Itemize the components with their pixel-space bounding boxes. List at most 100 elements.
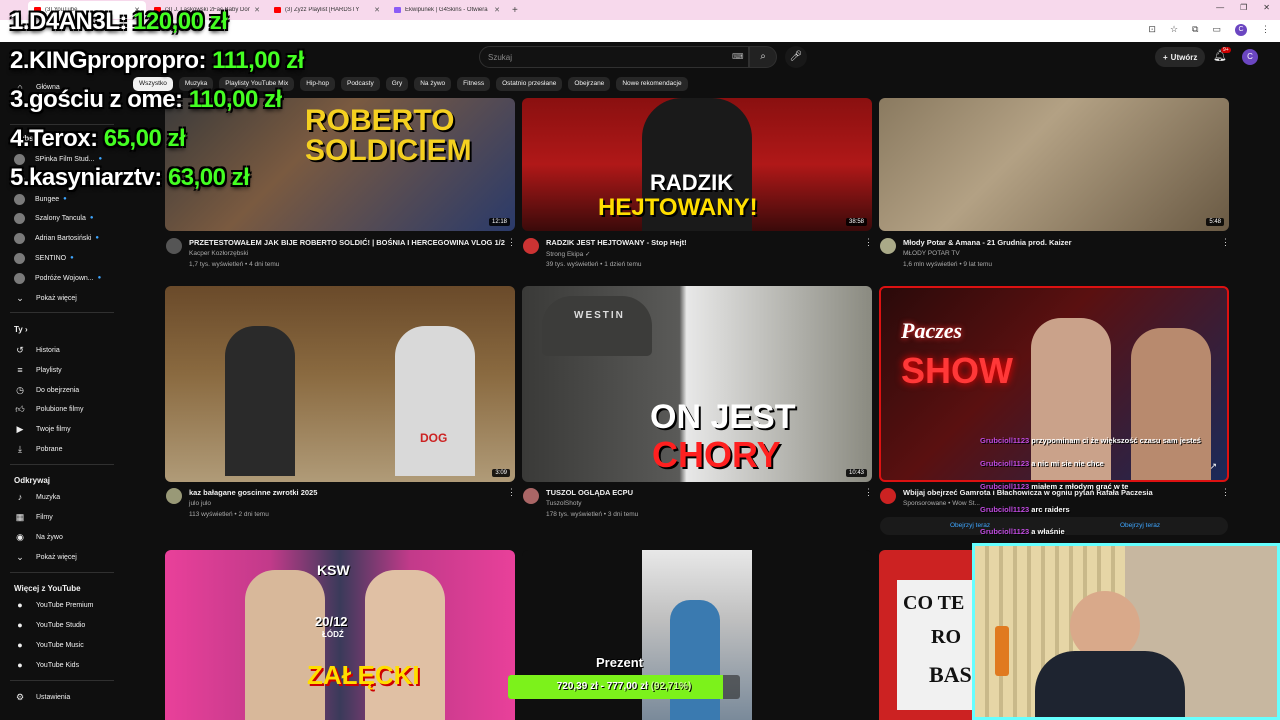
chip-watched[interactable]: Obejrzane [568, 77, 611, 91]
close-window-icon[interactable]: ✕ [1263, 3, 1270, 12]
more-options-icon[interactable]: ⋮ [864, 487, 873, 498]
chip-games[interactable]: Gry [385, 77, 409, 91]
channel-name[interactable]: Sponsorowane • Wow St... [903, 500, 980, 507]
sidebar-channel[interactable]: Adrian Bartosiński ● [14, 231, 99, 245]
new-dot: ● [89, 215, 94, 221]
video-thumbnail[interactable]: WESTIN ON JEST CHORY 10:43 [522, 286, 872, 482]
sidebar-item-watch-later[interactable]: ◷ Do obejrzenia [14, 383, 79, 397]
close-icon[interactable]: ✕ [494, 6, 500, 14]
youtube-kids-icon: ● [17, 660, 23, 670]
divider [10, 312, 114, 313]
avatar[interactable] [523, 488, 539, 504]
search-input[interactable]: Szukaj [479, 46, 749, 68]
sidebar-item-playlists[interactable]: ≡ Playlisty [14, 363, 61, 377]
video-title[interactable]: Młody Potar & Amana - 21 Grudnia prod. K… [903, 238, 1072, 247]
cast-icon[interactable]: ⊡ [1148, 24, 1156, 36]
chat-username: Grubcioll1123 [980, 527, 1030, 536]
more-options-icon[interactable]: ⋮ [507, 237, 516, 248]
browser-tab-g4skins[interactable]: Ekwipunek | G4Skins - Otwiera ✕ [388, 1, 506, 19]
chip-fitness[interactable]: Fitness [457, 77, 491, 91]
sidebar-item-settings[interactable]: ⚙ Ustawienia [14, 690, 70, 704]
create-button[interactable]: + Utwórz [1155, 47, 1206, 67]
thumbnail-text: CO TE [903, 592, 965, 614]
sidebar-item-downloads[interactable]: ⤓ Pobrane [14, 442, 62, 456]
sidebar-item-studio[interactable]: ● YouTube Studio [14, 618, 85, 632]
avatar[interactable] [880, 488, 896, 504]
chip-recent[interactable]: Ostatnio przesłane [496, 77, 563, 91]
sidebar-item-label: SENTINO [35, 254, 67, 262]
channel-name[interactable]: TuszolShoty [546, 500, 582, 507]
browser-profile-icon[interactable]: C [1235, 24, 1247, 36]
goal-current: 720,39 zł [556, 681, 598, 692]
sidebar-item-label: Pokaż więcej [36, 294, 77, 302]
sidebar-channel[interactable]: Szalony Tancula ● [14, 211, 93, 225]
avatar[interactable] [880, 238, 896, 254]
video-title[interactable]: RADZIK JEST HEJTOWANY - Stop Hejt! [546, 238, 687, 247]
channel-name[interactable]: Strong Ekipa ✓ [546, 250, 590, 258]
thumbnail-text: WESTIN [574, 310, 625, 321]
sidebar-item-label: Szalony Tancula [35, 214, 86, 222]
sidebar-item-history[interactable]: ↺ Historia [14, 343, 60, 357]
chat-message: Grubcioll1123 a właśnie [980, 527, 1065, 536]
minimize-icon[interactable]: — [1216, 3, 1224, 12]
chip-live[interactable]: Na żywo [414, 77, 452, 91]
avatar[interactable] [166, 488, 182, 504]
avatar[interactable] [166, 238, 182, 254]
leaderboard-row: 1.D4AN3L: 120,00 zł [10, 8, 228, 36]
sponsored-video-thumbnail[interactable]: Paczes SHOW ↗ [879, 286, 1229, 482]
sidebar-item-kids[interactable]: ● YouTube Kids [14, 658, 79, 672]
close-icon[interactable]: ✕ [254, 6, 260, 14]
more-options-icon[interactable]: ⋮ [1221, 487, 1230, 498]
maximize-icon[interactable]: ❐ [1240, 3, 1247, 12]
sidebar-explore-more[interactable]: ⌄ Pokaż więcej [14, 550, 77, 564]
you-header[interactable]: Ty › [14, 325, 28, 334]
extensions-icon[interactable]: ⧉ [1192, 24, 1198, 36]
video-thumbnail[interactable]: 5:48 [879, 98, 1229, 231]
new-tab-button[interactable]: + [512, 5, 518, 16]
avatar[interactable] [523, 238, 539, 254]
person-silhouette [1131, 328, 1211, 480]
thumbnail-text: RO [931, 626, 961, 648]
chip-new[interactable]: Nowe rekomendacje [616, 77, 688, 91]
search-button[interactable]: ⌕ [749, 46, 777, 68]
sidebar-show-more[interactable]: ⌄ Pokaż więcej [14, 291, 77, 305]
browser-tab-zyzz[interactable]: (3) Zyzz Playlist [HARDSTY ✕ [268, 1, 386, 19]
more-options-icon[interactable]: ⋮ [1221, 237, 1230, 248]
sidebar-item-live[interactable]: ◉ Na żywo [14, 530, 63, 544]
video-title[interactable]: PRZETESTOWAŁEM JAK BIJE ROBERTO SOLDIĆ! … [189, 238, 505, 247]
channel-name[interactable]: Kacper Kozłorzębski [189, 250, 248, 257]
video-thumbnail[interactable]: KSW 20/12 ŁÓDŹ ZAŁĘCKI [165, 550, 515, 720]
voice-search-button[interactable]: 🎤︎ [785, 46, 807, 68]
sidepanel-icon[interactable]: ▭ [1212, 24, 1221, 36]
close-icon[interactable]: ✕ [374, 6, 380, 14]
video-title[interactable]: TUSZOL OGLĄDA ECPU [546, 488, 633, 497]
sidebar-channel[interactable]: Podróże Wojown... ● [14, 271, 101, 285]
star-icon[interactable]: ☆ [1170, 24, 1178, 36]
thumbnail-text: Paczes [901, 318, 963, 343]
menu-dots-icon[interactable]: ⋮ [1261, 24, 1270, 36]
video-title[interactable]: kaz bałagane goscinne zwrotki 2025 [189, 488, 317, 497]
sidebar-item-music-app[interactable]: ● YouTube Music [14, 638, 83, 652]
avatar[interactable]: C [1242, 49, 1258, 65]
sidebar-item-music[interactable]: ♪ Muzyka [14, 490, 60, 504]
sidebar-channel[interactable]: SENTINO ● [14, 251, 74, 265]
thumbnail-text: ŁÓDŹ [322, 630, 344, 639]
channel-name[interactable]: MŁODY POTAR TV [903, 250, 960, 257]
sidebar-item-your-videos[interactable]: ▶ Twoje filmy [14, 422, 71, 436]
keyboard-icon[interactable]: ⌨ [732, 52, 744, 61]
external-link-icon[interactable]: ↗ [1209, 461, 1217, 472]
more-options-icon[interactable]: ⋮ [507, 487, 516, 498]
chip-podcasts[interactable]: Podcasty [340, 77, 380, 91]
sidebar-item-liked[interactable]: 👍︎ Polubione filmy [14, 402, 83, 416]
chip-hiphop[interactable]: Hip-hop [300, 77, 335, 91]
sidebar-channel[interactable]: Bungee ● [14, 192, 67, 206]
video-thumbnail[interactable]: RADZIK HEJTOWANY! 38:58 [522, 98, 872, 231]
sidebar-item-movies[interactable]: ▦ Filmy [14, 510, 53, 524]
sidebar-item-label: Podróże Wojown... [35, 274, 94, 282]
you-header-label: Ty [14, 325, 23, 334]
donor-amount: 111,00 zł [212, 47, 304, 74]
more-options-icon[interactable]: ⋮ [864, 237, 873, 248]
video-thumbnail[interactable]: DOG 3:09 [165, 286, 515, 482]
sidebar-item-premium[interactable]: ● YouTube Premium [14, 598, 93, 612]
channel-name[interactable]: julo julo [189, 500, 211, 507]
